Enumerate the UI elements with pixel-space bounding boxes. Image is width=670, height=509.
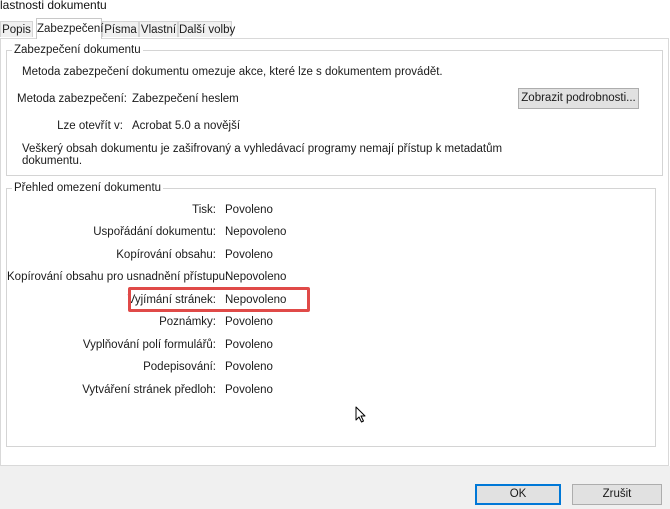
title-bar: lastnosti dokumentu [0,0,670,15]
opens-in-label: Lze otevřít v: [57,120,123,132]
highlight-box [128,287,310,312]
restrictions-summary-title: Přehled omezení dokumentu [12,181,164,195]
show-details-button[interactable]: Zobrazit podrobnosti... [518,88,639,109]
security-method-label: Metoda zabezpečení: [17,93,127,105]
mouse-pointer-icon [355,406,366,426]
restriction-comments-label: Poznámky: [159,316,216,328]
security-tab-panel: Zabezpečení dokumentu Metoda zabezpečení… [0,38,669,466]
security-method-value: Zabezpečení heslem [132,93,239,105]
encryption-note-line1: Veškerý obsah dokumentu je zašifrovaný a… [22,143,503,155]
cancel-button[interactable]: Zrušit [572,484,662,505]
dialog-button-bar: OK Zrušit [0,466,670,509]
restrictions-summary-group: Přehled omezení dokumentu Tisk: Povoleno… [6,181,656,447]
window-title: lastnosti dokumentu [0,0,107,12]
restriction-assembly-label: Uspořádání dokumentu: [93,226,216,238]
restriction-template-pages-label: Vytváření stránek předloh: [82,384,216,396]
opens-in-value: Acrobat 5.0 a novější [132,120,241,132]
tab-vlastni[interactable]: Vlastní [139,21,178,37]
security-intro-text: Metoda zabezpečení dokumentu omezuje akc… [22,66,443,78]
restriction-print-value: Povoleno [225,204,273,216]
tab-popis[interactable]: Popis [0,21,33,37]
restriction-signing-value: Povoleno [225,361,273,373]
restriction-template-pages-value: Povoleno [225,384,273,396]
document-security-group: Zabezpečení dokumentu Metoda zabezpečení… [6,43,663,176]
tab-pisma[interactable]: Písma [102,21,139,37]
restriction-signing-label: Podepisování: [143,361,216,373]
restriction-copy-label: Kopírování obsahu: [116,249,216,261]
tab-zabezpeceni[interactable]: Zabezpečení [36,18,104,39]
restriction-copy-value: Povoleno [225,249,273,261]
document-security-title: Zabezpečení dokumentu [12,43,143,57]
restriction-form-filling-label: Vyplňování polí formulářů: [82,339,216,351]
tab-dalsi-volby[interactable]: Další volby [178,21,235,37]
restriction-comments-value: Povoleno [225,316,273,328]
restriction-form-filling-value: Povoleno [225,339,273,351]
encryption-note-line2: dokumentu. [22,155,83,167]
tab-strip: Popis Zabezpečení Písma Vlastní Další vo… [0,18,670,39]
restriction-assembly-value: Nepovoleno [225,226,287,238]
restriction-print-label: Tisk: [192,204,216,216]
restriction-accessibility-copy-label: Kopírování obsahu pro usnadnění přístupu… [7,271,229,283]
ok-button[interactable]: OK [475,484,561,505]
restriction-accessibility-copy-value: Nepovoleno [225,271,287,283]
